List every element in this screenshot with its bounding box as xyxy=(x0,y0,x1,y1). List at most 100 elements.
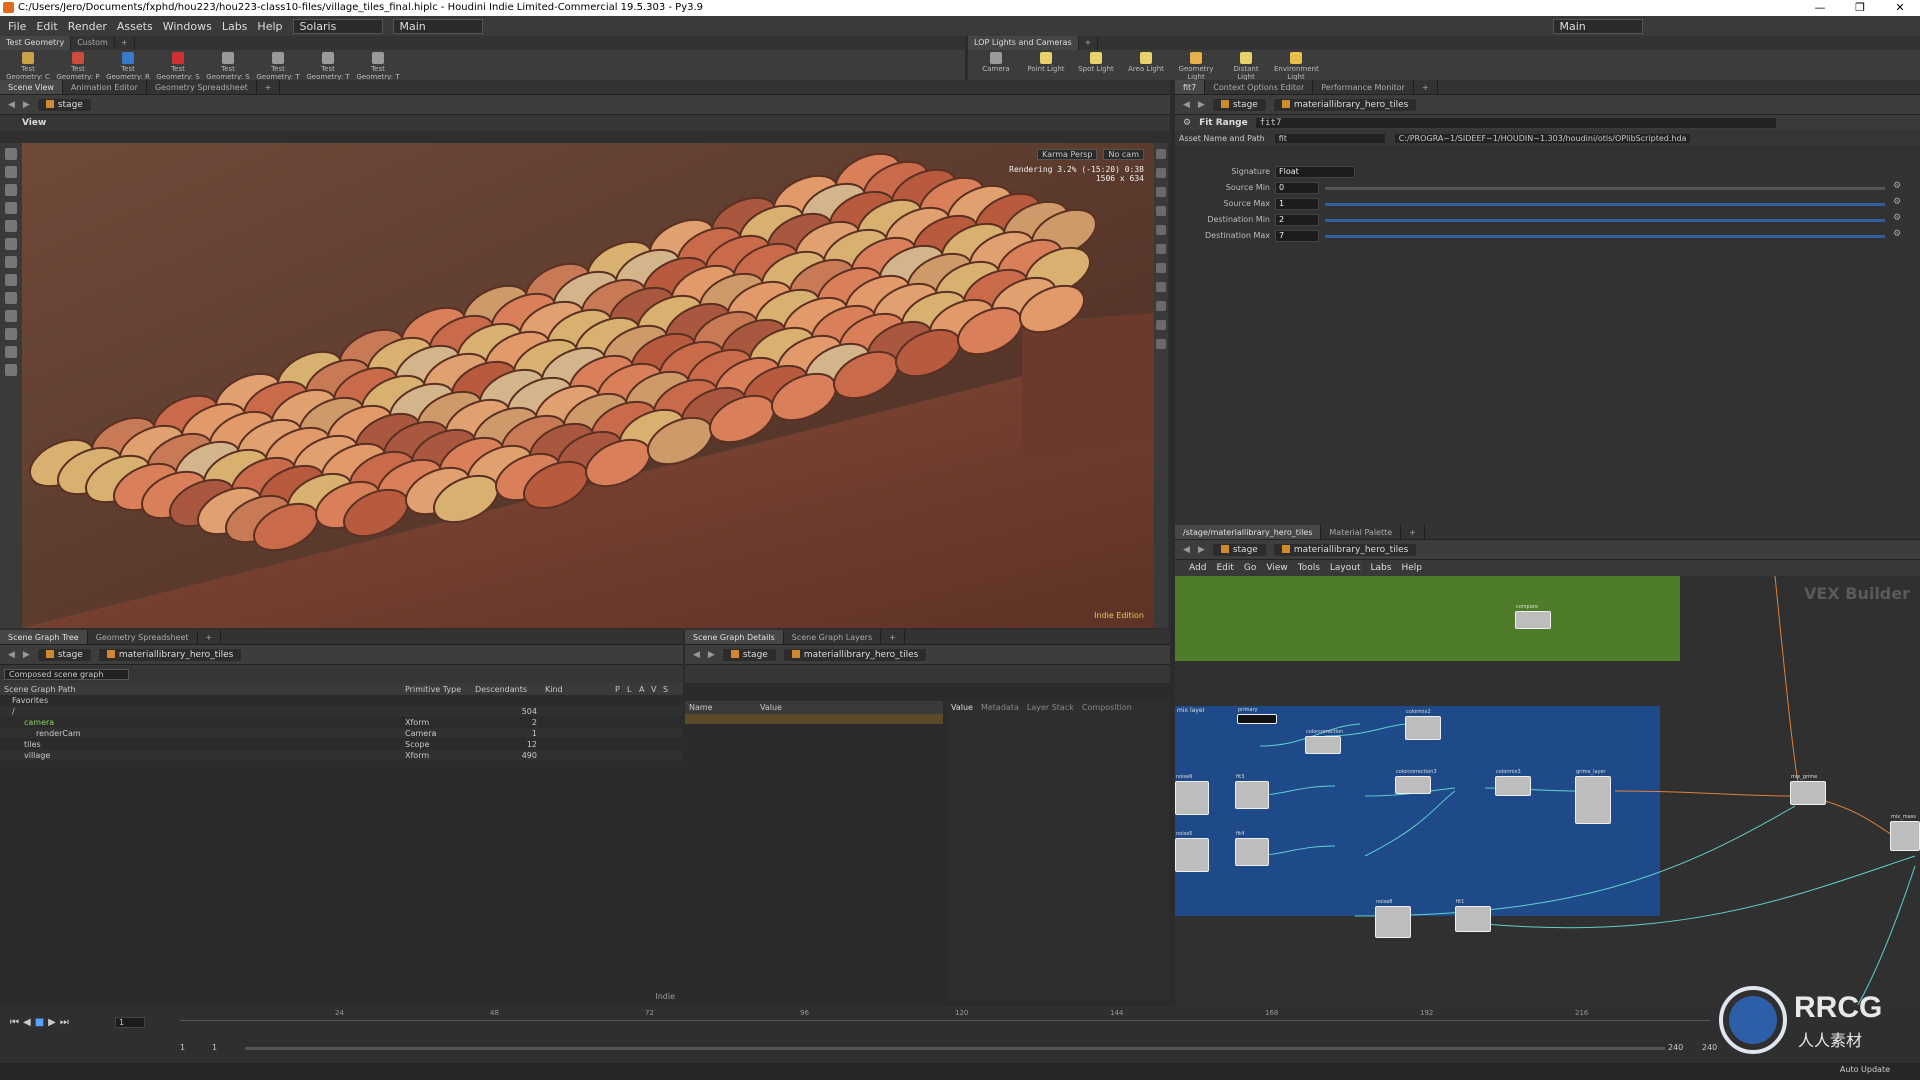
shelf-tool-shelf_right-4[interactable]: Geometry Light xyxy=(1174,50,1218,81)
shelf-tool-shelf_right-2[interactable]: Spot Light xyxy=(1074,50,1118,80)
path-crumb-stage[interactable]: stage xyxy=(722,648,776,661)
camera-lock-icon[interactable] xyxy=(1156,187,1166,197)
network-node[interactable]: fit3 xyxy=(1235,774,1269,809)
parm-slider[interactable] xyxy=(1325,219,1885,222)
scene-tree-row[interactable]: camera Xform 2 xyxy=(0,717,683,728)
shelf-tool-shelf_right-5[interactable]: Distant Light xyxy=(1224,50,1268,81)
magnet-icon[interactable] xyxy=(5,310,17,322)
col-s[interactable]: S xyxy=(663,685,675,694)
maximize-button[interactable]: ❐ xyxy=(1840,0,1880,16)
network-node[interactable]: colorcorrection xyxy=(1305,729,1343,754)
network-menu-layout[interactable]: Layout xyxy=(1330,563,1361,573)
parm-slider[interactable] xyxy=(1325,187,1885,190)
gear-icon[interactable]: ⚙ xyxy=(1183,118,1191,128)
menu-edit[interactable]: Edit xyxy=(36,20,57,33)
parm-field[interactable]: 1 xyxy=(1275,198,1319,210)
scene-tree-row[interactable]: village Xform 490 xyxy=(0,750,683,761)
view-tool-icon[interactable] xyxy=(5,184,17,196)
add-tab-icon[interactable]: + xyxy=(115,36,135,50)
scale-tool-icon[interactable] xyxy=(5,238,17,250)
range-end2-field[interactable]: 240 xyxy=(1702,1043,1717,1052)
tab-scene-view[interactable]: Scene View xyxy=(0,80,63,94)
network-canvas[interactable]: VEX Builder mix layer primary colorcorre… xyxy=(1175,576,1920,1010)
range-slider[interactable] xyxy=(245,1047,1665,1050)
current-frame-field[interactable]: 1 xyxy=(115,1017,145,1028)
add-tab-icon[interactable]: + xyxy=(881,630,905,644)
back-arrow-icon[interactable]: ◀ xyxy=(8,650,15,660)
shelf-tool-shelf_left-1[interactable]: Test Geometry: P xyxy=(56,50,100,81)
light-tool-icon[interactable] xyxy=(5,292,17,304)
forward-arrow-icon[interactable]: ▶ xyxy=(1198,545,1205,555)
tab-scene-graph-tree[interactable]: Scene Graph Tree xyxy=(0,630,88,644)
shading-icon[interactable] xyxy=(1156,168,1166,178)
path-crumb-node[interactable]: materiallibrary_hero_tiles xyxy=(783,648,927,661)
select-tool-icon[interactable] xyxy=(5,148,17,160)
close-button[interactable]: ✕ xyxy=(1880,0,1920,16)
col-path[interactable]: Scene Graph Path xyxy=(0,685,405,694)
path-crumb-stage[interactable]: stage xyxy=(37,98,91,111)
lock-icon[interactable] xyxy=(5,166,17,178)
handle-tool-icon[interactable] xyxy=(5,274,17,286)
scene-tree-row[interactable]: / 504 xyxy=(0,706,683,717)
right-context-select[interactable]: Main xyxy=(1552,18,1643,34)
gear-icon[interactable]: ⚙ xyxy=(1893,197,1901,207)
add-tab-icon[interactable]: + xyxy=(1401,525,1425,539)
parm-slider[interactable] xyxy=(1325,235,1885,238)
range-start-field[interactable]: 1 xyxy=(180,1043,185,1052)
col-descendants[interactable]: Descendants xyxy=(475,685,545,694)
back-arrow-icon[interactable]: ◀ xyxy=(8,100,15,110)
asset-path-field[interactable]: C:/PROGRA~1/SIDEEF~1/HOUDIN~1.303/houdin… xyxy=(1394,133,1690,143)
col-kind[interactable]: Kind xyxy=(545,685,615,694)
gear-icon[interactable]: ⚙ xyxy=(1893,181,1901,191)
network-node[interactable]: fit4 xyxy=(1235,831,1269,866)
step-back-icon[interactable]: ◀ xyxy=(23,1017,31,1028)
timeline-ruler[interactable]: 24 48 72 96 120 144 168 192 216 xyxy=(180,1009,1710,1032)
ghost-icon[interactable] xyxy=(1156,206,1166,216)
forward-arrow-icon[interactable]: ▶ xyxy=(23,650,30,660)
network-menu-go[interactable]: Go xyxy=(1244,563,1256,573)
range-start2-field[interactable]: 1 xyxy=(212,1043,217,1052)
tab-geometry-spreadsheet[interactable]: Geometry Spreadsheet xyxy=(88,630,198,644)
back-arrow-icon[interactable]: ◀ xyxy=(1183,545,1190,555)
network-menu-help[interactable]: Help xyxy=(1401,563,1422,573)
shelf-tab-lop-lights[interactable]: LOP Lights and Cameras xyxy=(968,36,1079,50)
path-crumb-stage[interactable]: stage xyxy=(37,648,91,661)
menu-labs[interactable]: Labs xyxy=(222,20,248,33)
shelf-tab-custom[interactable]: Custom xyxy=(71,36,115,50)
layout-icon[interactable] xyxy=(1156,339,1166,349)
info-icon[interactable] xyxy=(1156,320,1166,330)
gear-icon[interactable]: ⚙ xyxy=(1893,229,1901,239)
network-menu-add[interactable]: Add xyxy=(1189,563,1206,573)
scene-tree-row[interactable]: renderCam Camera 1 xyxy=(0,728,683,739)
play-icon[interactable]: ▶ xyxy=(48,1017,56,1028)
network-node[interactable]: noise8 xyxy=(1375,899,1411,938)
network-node[interactable]: mix_mass xyxy=(1890,814,1920,851)
rotate-tool-icon[interactable] xyxy=(5,220,17,232)
path-crumb-node[interactable]: materiallibrary_hero_tiles xyxy=(1273,98,1417,111)
network-menu-edit[interactable]: Edit xyxy=(1216,563,1233,573)
orbit-icon[interactable] xyxy=(5,328,17,340)
tab-network-path[interactable]: /stage/materiallibrary_hero_tiles xyxy=(1175,525,1322,539)
parm-slider[interactable] xyxy=(1325,203,1885,206)
tab-material-palette[interactable]: Material Palette xyxy=(1321,525,1402,539)
context-select[interactable]: Main xyxy=(392,18,483,34)
move-tool-icon[interactable] xyxy=(5,202,17,214)
network-node[interactable]: mix_grime xyxy=(1790,774,1826,805)
network-node[interactable]: colormix3 xyxy=(1495,769,1531,796)
grid-icon[interactable] xyxy=(1156,225,1166,235)
shelf-tool-shelf_right-3[interactable]: Area Light xyxy=(1124,50,1168,80)
parm-field[interactable]: 0 xyxy=(1275,182,1319,194)
pose-icon[interactable] xyxy=(5,346,17,358)
network-menu-tools[interactable]: Tools xyxy=(1298,563,1320,573)
stop-icon[interactable]: ■ xyxy=(35,1017,44,1028)
menu-render[interactable]: Render xyxy=(68,20,107,33)
snapshot-icon[interactable] xyxy=(1156,263,1166,273)
shelf-tool-shelf_left-3[interactable]: Test Geometry: S xyxy=(156,50,200,81)
col-name[interactable]: Name xyxy=(685,703,760,712)
scene-graph-filter-select[interactable]: Composed scene graph xyxy=(4,668,129,680)
shelf-tool-shelf_right-1[interactable]: Point Light xyxy=(1024,50,1068,80)
shelf-tool-shelf_left-4[interactable]: Test Geometry: S xyxy=(206,50,250,81)
col-v[interactable]: V xyxy=(651,685,663,694)
tab-scene-graph-layers[interactable]: Scene Graph Layers xyxy=(784,630,882,644)
parm-field[interactable]: Float xyxy=(1275,166,1355,178)
